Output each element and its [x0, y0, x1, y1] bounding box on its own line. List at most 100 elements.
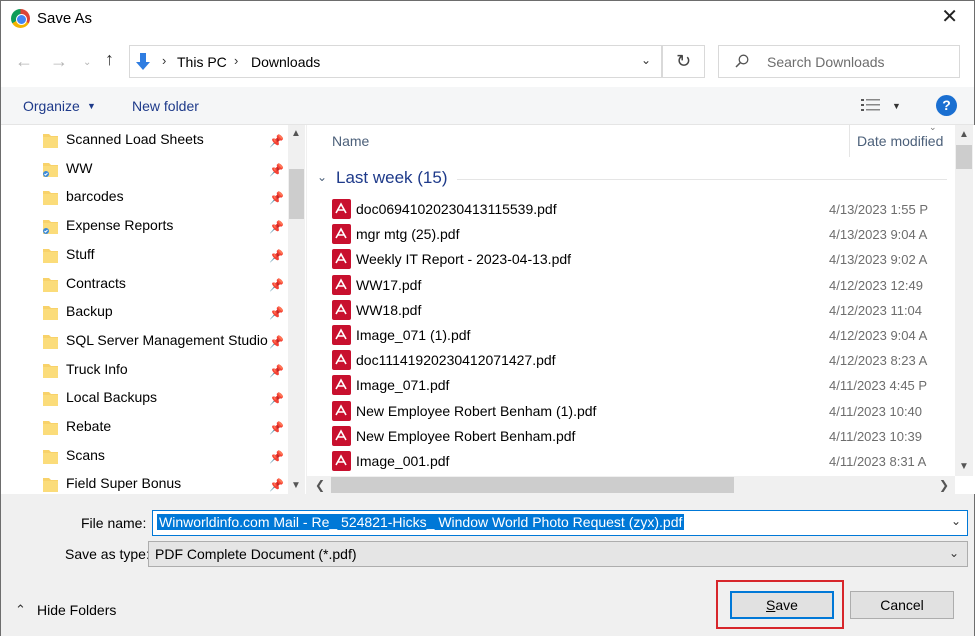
file-row[interactable]: New Employee Robert Benham (1).pdf 4/11/2…	[307, 399, 955, 424]
folder-icon	[43, 248, 58, 263]
scroll-up-icon[interactable]: ▲	[959, 129, 969, 140]
folder-icon	[43, 191, 58, 206]
breadcrumb-downloads[interactable]: Downloads	[251, 54, 320, 70]
sort-chevron-icon: ⌄	[929, 125, 937, 132]
sidebar-item[interactable]: Stuff 📌	[1, 241, 288, 269]
breadcrumb-separator: ›	[234, 53, 239, 68]
column-divider[interactable]	[849, 125, 850, 157]
scroll-down-icon[interactable]: ▼	[291, 480, 301, 491]
caret-down-icon[interactable]: ▼	[892, 101, 901, 111]
search-input[interactable]: Search Downloads	[718, 45, 960, 78]
sidebar-item[interactable]: Expense Reports 📌	[1, 212, 288, 240]
hide-folders-button[interactable]: ⌃ Hide Folders	[15, 601, 125, 621]
scroll-down-icon[interactable]: ▼	[959, 461, 969, 472]
group-header[interactable]: Last week (15)	[336, 168, 448, 188]
file-row[interactable]: Image_071.pdf 4/11/2023 4:45 P	[307, 373, 955, 398]
pin-icon[interactable]: 📌	[269, 249, 284, 263]
sidebar-item[interactable]: Scanned Load Sheets 📌	[1, 126, 288, 154]
chevron-down-icon[interactable]: ⌄	[951, 514, 961, 528]
sidebar-item[interactable]: SQL Server Management Studio 📌	[1, 327, 288, 355]
sidebar-item[interactable]: Local Backups 📌	[1, 384, 288, 412]
sidebar-item-label: WW	[66, 159, 93, 176]
new-folder-button[interactable]: New folder	[132, 98, 199, 114]
file-row[interactable]: WW17.pdf 4/12/2023 12:49	[307, 273, 955, 298]
sidebar-item[interactable]: Rebate 📌	[1, 413, 288, 441]
sidebar-item[interactable]: Scans 📌	[1, 442, 288, 470]
sidebar-item[interactable]: Field Super Bonus 📌	[1, 470, 288, 494]
file-name: doc06941020230413115539.pdf	[356, 201, 557, 217]
group-collapse-icon[interactable]: ⌄	[317, 170, 327, 184]
sidebar-item[interactable]: barcodes 📌	[1, 183, 288, 211]
pdf-file-icon	[332, 451, 351, 471]
pin-icon[interactable]: 📌	[269, 478, 284, 492]
file-list-horizontal-scrollbar[interactable]: ❮ ❯	[307, 476, 955, 494]
sidebar-item[interactable]: Contracts 📌	[1, 270, 288, 298]
pin-icon[interactable]: 📌	[269, 220, 284, 234]
save-button[interactable]: Save	[730, 591, 834, 619]
file-row[interactable]: doc06941020230413115539.pdf 4/13/2023 1:5…	[307, 197, 955, 222]
forward-arrow-icon[interactable]: →	[50, 51, 68, 71]
organize-button[interactable]: Organize	[23, 98, 80, 114]
file-list-vertical-scrollbar[interactable]: ▲ ▼	[955, 125, 973, 476]
file-name: Image_071.pdf	[356, 377, 450, 394]
pin-icon[interactable]: 📌	[269, 306, 284, 320]
save-as-type-select[interactable]: PDF Complete Document (*.pdf) ⌄	[148, 541, 968, 567]
pin-icon[interactable]: 📌	[269, 335, 284, 349]
pin-icon[interactable]: 📌	[269, 450, 284, 464]
cancel-button[interactable]: Cancel	[850, 591, 954, 619]
scroll-right-icon[interactable]: ❯	[939, 478, 949, 492]
file-row[interactable]: mgr mtg (25).pdf 4/13/2023 9:04 A	[307, 222, 955, 247]
view-options-icon[interactable]	[861, 98, 881, 112]
file-name-label: File name:	[81, 515, 147, 531]
address-bar[interactable]: › This PC › Downloads ⌄	[129, 45, 662, 78]
column-header-date-modified[interactable]: Date modified	[857, 133, 943, 149]
folder-icon	[43, 421, 58, 435]
toolbar: Organize ▼ New folder ▼ ?	[1, 87, 974, 125]
pin-icon[interactable]: 📌	[269, 364, 284, 378]
sidebar-item-label: Contracts	[66, 274, 126, 291]
file-date-modified: 4/12/2023 8:23 A	[829, 353, 928, 369]
help-icon[interactable]: ?	[936, 95, 957, 116]
file-row[interactable]: WW18.pdf 4/12/2023 11:04	[307, 298, 955, 323]
sidebar-item[interactable]: Backup 📌	[1, 298, 288, 326]
pin-icon[interactable]: 📌	[269, 191, 284, 205]
navigation-scrollbar[interactable]: ▲ ▼	[288, 125, 305, 494]
scrollbar-thumb[interactable]	[289, 169, 304, 219]
pdf-file-icon	[332, 274, 351, 295]
file-row[interactable]: doc11141920230412071427.pdf 4/12/2023 8:2…	[307, 348, 955, 373]
sidebar-item-label: Stuff	[66, 245, 95, 262]
file-name: Image_071 (1).pdf	[356, 327, 471, 343]
file-name-input[interactable]: Winworldinfo.com Mail - Re_ 524821-Hicks…	[152, 510, 968, 536]
scroll-up-icon[interactable]: ▲	[291, 128, 301, 139]
pin-icon[interactable]: 📌	[269, 421, 284, 435]
scrollbar-thumb[interactable]	[331, 477, 734, 493]
scroll-left-icon[interactable]: ❮	[315, 478, 325, 492]
back-arrow-icon[interactable]: ←	[15, 51, 33, 71]
scrollbar-thumb[interactable]	[956, 145, 972, 169]
pin-icon[interactable]: 📌	[269, 163, 284, 177]
close-icon[interactable]: ✕	[941, 7, 958, 27]
save-form: File name: Winworldinfo.com Mail - Re_ 5…	[1, 494, 974, 636]
chevron-down-icon[interactable]: ⌄	[641, 53, 651, 67]
file-name-value[interactable]: Winworldinfo.com Mail - Re_ 524821-Hicks…	[157, 514, 685, 530]
pin-icon[interactable]: 📌	[269, 134, 284, 148]
chevron-down-icon[interactable]: ⌄	[949, 546, 959, 560]
file-row[interactable]: Image_001.pdf 4/11/2023 8:31 A	[307, 449, 955, 474]
recent-locations-icon[interactable]: ⌄	[83, 53, 91, 73]
column-header-name[interactable]: Name	[332, 133, 369, 149]
file-row[interactable]: Weekly IT Report - 2023-04-13.pdf 4/13/20…	[307, 247, 955, 272]
pin-icon[interactable]: 📌	[269, 392, 284, 406]
file-row[interactable]: New Employee Robert Benham.pdf 4/11/2023 …	[307, 424, 955, 449]
sidebar-item-label: barcodes	[66, 188, 124, 205]
sidebar-item[interactable]: WW 📌	[1, 155, 288, 183]
file-date-modified: 4/12/2023 12:49	[829, 277, 923, 293]
pin-icon[interactable]: 📌	[269, 278, 284, 292]
sidebar-item[interactable]: Truck Info 📌	[1, 356, 288, 384]
file-name: mgr mtg (25).pdf	[356, 226, 460, 243]
refresh-button[interactable]: ↻	[662, 45, 705, 78]
save-as-type-value: PDF Complete Document (*.pdf)	[155, 546, 357, 562]
up-arrow-icon[interactable]: ↑	[105, 49, 114, 69]
breadcrumb-this-pc[interactable]: This PC	[177, 54, 227, 70]
file-date-modified: 4/12/2023 9:04 A	[829, 328, 928, 343]
file-row[interactable]: Image_071 (1).pdf 4/12/2023 9:04 A	[307, 323, 955, 348]
